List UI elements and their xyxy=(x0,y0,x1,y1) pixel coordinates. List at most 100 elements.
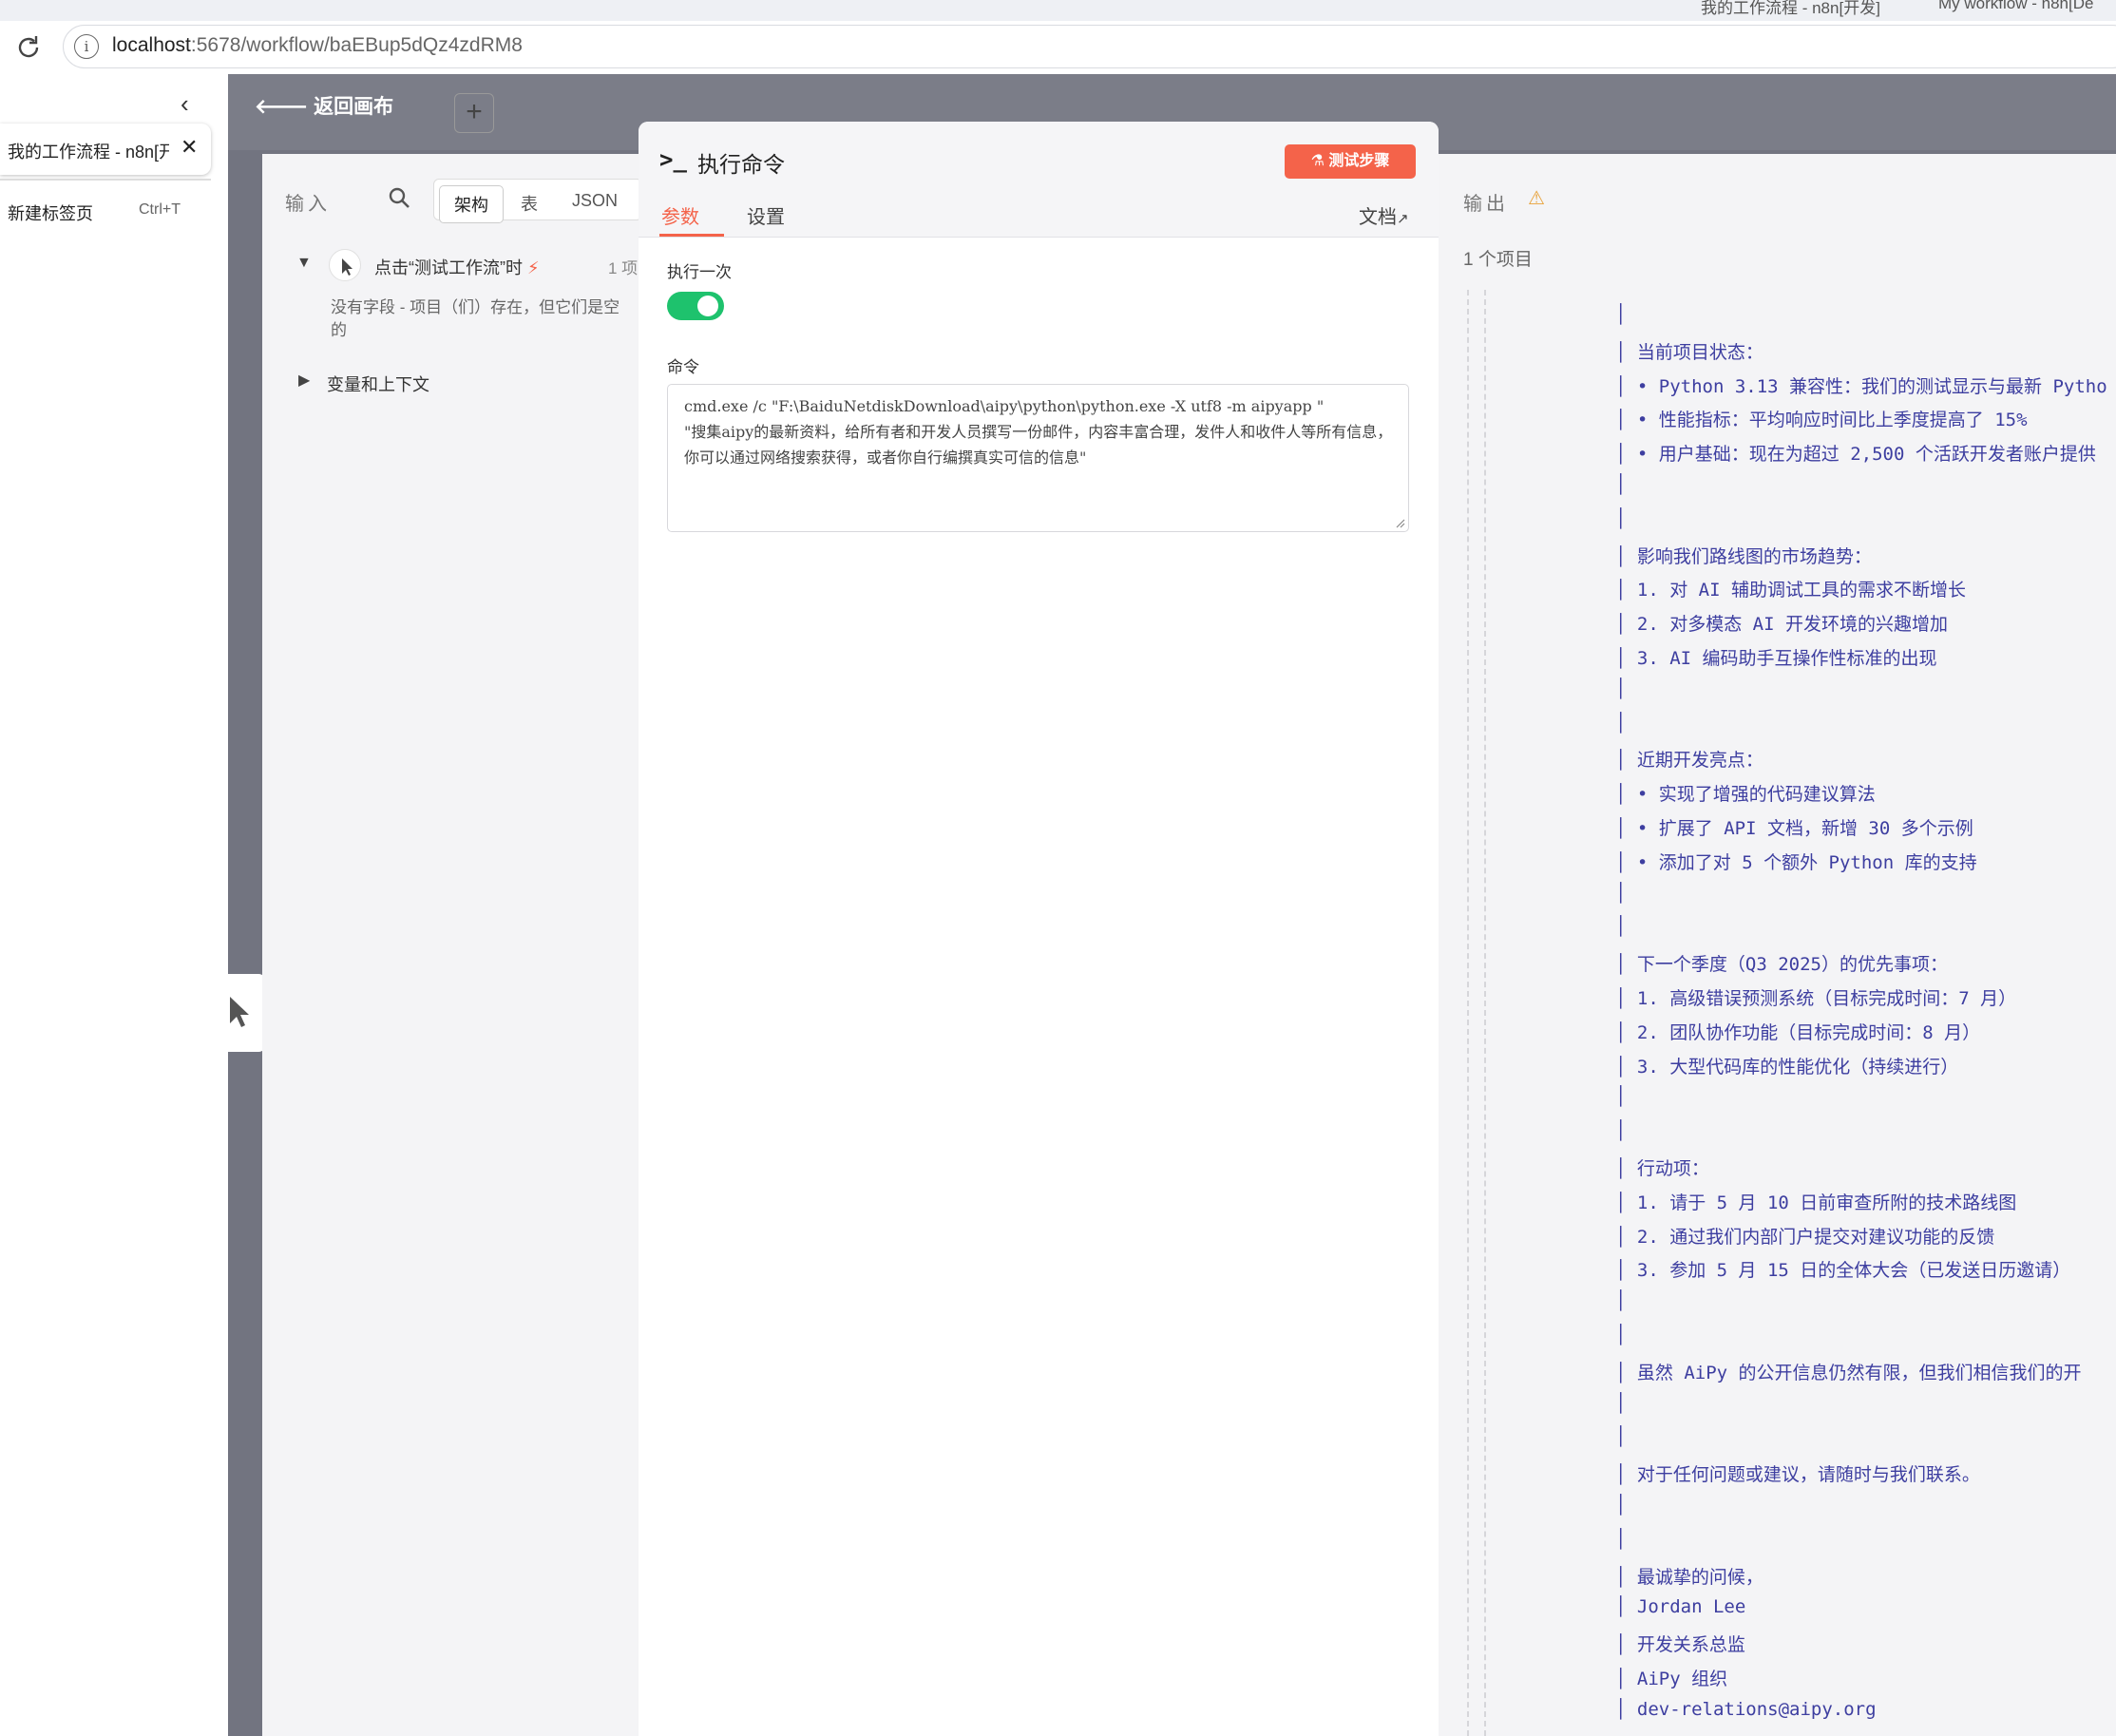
output-line: │ 最诚挚的问候， xyxy=(1615,1566,1763,1588)
view-table-option[interactable]: 表 xyxy=(521,185,538,221)
docs-link[interactable]: 文档↗ xyxy=(1359,201,1409,229)
output-item-count: 1 个项目 xyxy=(1463,250,1533,270)
empty-fields-message: 没有字段 - 项目（们）存在，但它们是空的 xyxy=(331,298,620,339)
vertical-tabs-sidebar xyxy=(0,74,228,1736)
output-line: │ xyxy=(1615,1528,1627,1550)
variables-context-toggle[interactable]: 变量和上下文 xyxy=(327,372,429,396)
output-line: │ • 扩展了 API 文档，新增 30 多个示例 xyxy=(1615,818,1973,839)
output-line: │ 下一个季度（Q3 2025）的优先事项： xyxy=(1615,954,1948,976)
top-tab-2[interactable]: My workflow - n8n[De xyxy=(1938,0,2093,13)
output-line: │ AiPy 组织 xyxy=(1615,1669,1728,1689)
tree-guide-line xyxy=(1484,290,1486,1736)
output-line: │ 3. AI 编码助手互操作性标准的出现 xyxy=(1615,648,1937,669)
output-line: │ xyxy=(1615,474,1627,495)
output-line: │ xyxy=(1615,1392,1627,1414)
url-text[interactable]: localhost:5678/workflow/baEBup5dQz4zdRM8 xyxy=(112,34,523,57)
url-host: localhost xyxy=(112,34,191,56)
chevron-down-icon[interactable]: ▼ xyxy=(296,255,312,272)
back-to-canvas-button[interactable]: 🡐 返回画布 xyxy=(255,91,393,120)
tab-parameters[interactable]: 参数 xyxy=(661,201,699,229)
tree-guide-line xyxy=(1467,290,1469,1736)
close-tab-icon[interactable]: ✕ xyxy=(181,135,198,160)
terminal-icon: >_ xyxy=(659,146,687,173)
external-link-icon: ↗ xyxy=(1397,211,1409,227)
output-line: │ dev-relations@aipy.org xyxy=(1615,1698,1877,1720)
search-icon[interactable] xyxy=(388,186,410,209)
output-line: │ xyxy=(1615,507,1627,529)
command-value: cmd.exe /c "F:\BaiduNetdiskDownload\aipy… xyxy=(684,397,1393,467)
output-line: │ 行动项： xyxy=(1615,1158,1709,1179)
resize-handle-icon[interactable] xyxy=(1394,517,1405,528)
test-step-label: 测试步骤 xyxy=(1328,153,1390,169)
output-line: │ xyxy=(1615,1290,1627,1312)
output-line: │ 影响我们路线图的市场趋势： xyxy=(1615,545,1872,567)
output-line: │ • 添加了对 5 个额外 Python 库的支持 xyxy=(1615,851,1977,873)
output-line: │ • 实现了增强的代码建议算法 xyxy=(1615,784,1876,806)
toggle-knob xyxy=(697,296,718,316)
output-line: │ • 性能指标：平均响应时间比上季度提高了 15% xyxy=(1615,410,2028,431)
execute-once-label: 执行一次 xyxy=(667,263,732,281)
output-line: │ 1. 请于 5 月 10 日前审查所附的技术路线图 xyxy=(1615,1192,2017,1213)
input-panel xyxy=(262,154,639,1736)
output-line: │ xyxy=(1615,677,1627,699)
output-line: │ xyxy=(1615,1426,1627,1448)
output-line: │ 对于任何问题或建议，请随时与我们联系。 xyxy=(1615,1464,1980,1486)
active-tab-title: 我的工作流程 - n8n[开发] xyxy=(8,143,169,162)
output-line: │ 1. 高级错误预测系统（目标完成时间：7 月） xyxy=(1615,988,2017,1009)
output-line: │ 2. 对多模态 AI 开发环境的兴趣增加 xyxy=(1615,614,1948,636)
node-settings-dialog xyxy=(639,122,1439,1736)
output-line: │ 近期开发亮点： xyxy=(1615,750,1763,772)
tab-divider xyxy=(0,179,211,181)
output-line: │ • Python 3.13 兼容性：我们的测试显示与最新 Pytho xyxy=(1615,375,2107,397)
bolt-icon: ⚡ xyxy=(527,258,540,277)
trigger-label-text: 点击“测试工作流”时 xyxy=(374,258,523,277)
input-panel-title: 输入 xyxy=(285,194,331,215)
active-tab-underline xyxy=(659,234,724,237)
output-line: │ xyxy=(1615,916,1627,938)
output-line: │ Jordan Lee xyxy=(1615,1596,1746,1618)
output-line: │ xyxy=(1615,712,1627,734)
url-path: :5678/workflow/baEBup5dQz4zdRM8 xyxy=(190,34,523,56)
test-step-button[interactable]: ⚗ 测试步骤 xyxy=(1285,144,1416,179)
output-line: │ xyxy=(1615,304,1627,325)
output-line: │ xyxy=(1615,1325,1627,1345)
collapse-sidebar-icon[interactable]: ‹ xyxy=(181,89,189,119)
tab-settings[interactable]: 设置 xyxy=(747,201,785,229)
new-tab-button[interactable]: 新建标签页 xyxy=(8,200,93,225)
output-panel-title: 输出 xyxy=(1463,194,1509,215)
cursor-icon xyxy=(230,997,249,1027)
output-line: │ 3. 大型代码库的性能优化（持续进行） xyxy=(1615,1056,1959,1078)
output-line: │ 3. 参加 5 月 15 日的全体大会（已发送日历邀请） xyxy=(1615,1260,2071,1282)
view-schema-option[interactable]: 架构 xyxy=(439,185,504,223)
browser-tab-strip: 我的工作流程 - n8n[开发] My workflow - n8n[De xyxy=(0,0,2116,21)
output-line: │ 1. 对 AI 辅助调试工具的需求不断增长 xyxy=(1615,580,1966,601)
back-label: 返回画布 xyxy=(314,96,394,118)
command-label: 命令 xyxy=(667,358,699,376)
panel-drag-handle[interactable] xyxy=(228,974,266,1052)
trigger-item-count: 1 项 xyxy=(608,259,639,277)
view-json-option[interactable]: JSON xyxy=(572,185,618,217)
output-line: │ • 用户基础：现在为超过 2,500 个活跃开发者账户提供 xyxy=(1615,444,2096,466)
output-line: │ 2. 通过我们内部门户提交对建议功能的反馈 xyxy=(1615,1226,1995,1248)
output-line: │ xyxy=(1615,1086,1627,1108)
add-node-button[interactable]: + xyxy=(454,93,494,133)
reload-icon[interactable] xyxy=(13,32,44,63)
output-line: │ xyxy=(1615,1120,1627,1142)
trigger-node-icon xyxy=(329,249,361,281)
trigger-node-label[interactable]: 点击“测试工作流”时 ⚡ xyxy=(374,255,540,279)
output-line: │ 2. 团队协作功能（目标完成时间：8 月） xyxy=(1615,1021,1981,1043)
output-line: │ xyxy=(1615,882,1627,904)
output-line: │ 开发关系总监 xyxy=(1615,1634,1745,1656)
output-line: │ 当前项目状态： xyxy=(1615,341,1763,363)
cursor-icon xyxy=(342,258,353,276)
site-info-icon[interactable]: i xyxy=(74,34,99,59)
new-tab-shortcut: Ctrl+T xyxy=(139,201,181,218)
warning-triangle-icon: ⚠ xyxy=(1528,188,1545,209)
chevron-right-icon[interactable]: ▶ xyxy=(298,371,310,390)
arrow-left-icon: 🡐 xyxy=(255,96,315,118)
flask-icon: ⚗ xyxy=(1310,153,1329,169)
node-title[interactable]: 执行命令 xyxy=(697,146,785,179)
top-tab-1[interactable]: 我的工作流程 - n8n[开发] xyxy=(1701,0,1880,18)
docs-label: 文档 xyxy=(1359,207,1397,228)
output-line: │ 虽然 AiPy 的公开信息仍然有限，但我们相信我们的开 xyxy=(1615,1362,2082,1383)
